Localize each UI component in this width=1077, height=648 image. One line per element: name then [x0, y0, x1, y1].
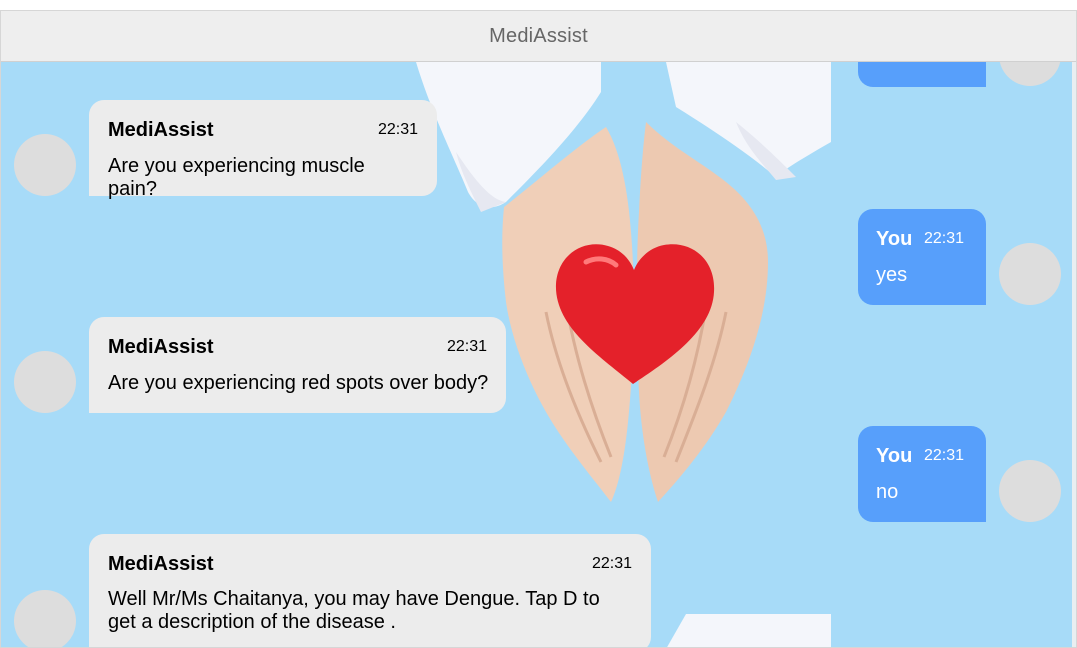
bot-avatar [14, 351, 76, 413]
message-time: 22:31 [924, 230, 965, 247]
bot-message: MediAssist 22:31 Are you experiencing re… [89, 317, 506, 413]
scrollbar[interactable] [1072, 62, 1076, 647]
message-time: 22:31 [591, 555, 632, 572]
chat-header: MediAssist [1, 11, 1076, 62]
message-text: Are you experiencing muscle pain? [108, 155, 365, 200]
message-sender: MediAssist [108, 553, 214, 575]
message-sender: You [876, 228, 913, 250]
user-message: You 22:31 yes [858, 209, 986, 305]
message-text: Are you experiencing red spots over body… [108, 372, 489, 394]
message-sender: MediAssist [108, 119, 214, 141]
user-message-partial [858, 62, 986, 87]
message-text: no [876, 481, 899, 503]
message-sender: You [876, 445, 913, 467]
bot-message: MediAssist 22:31 Well Mr/Ms Chaitanya, y… [89, 534, 651, 647]
bot-avatar [14, 590, 76, 647]
message-list[interactable]: MediAssist 22:31 Are you experiencing mu… [1, 62, 1076, 647]
message-time: 22:31 [446, 338, 487, 355]
bot-avatar [14, 134, 76, 196]
message-time: 22:31 [924, 447, 965, 464]
message-time: 22:31 [377, 121, 418, 138]
message-text: Well Mr/Ms Chaitanya, you may have Dengu… [108, 588, 600, 633]
bot-message: MediAssist 22:31 Are you experiencing mu… [89, 100, 437, 200]
user-avatar [999, 460, 1061, 522]
user-message: You 22:31 no [858, 426, 986, 522]
chat-window: MediAssist MediAssist 22:31 Are you expe… [0, 10, 1077, 648]
user-avatar-partial [999, 62, 1061, 86]
message-text: yes [876, 264, 908, 286]
user-avatar [999, 243, 1061, 305]
chat-title: MediAssist [489, 25, 588, 47]
message-sender: MediAssist [108, 336, 214, 358]
